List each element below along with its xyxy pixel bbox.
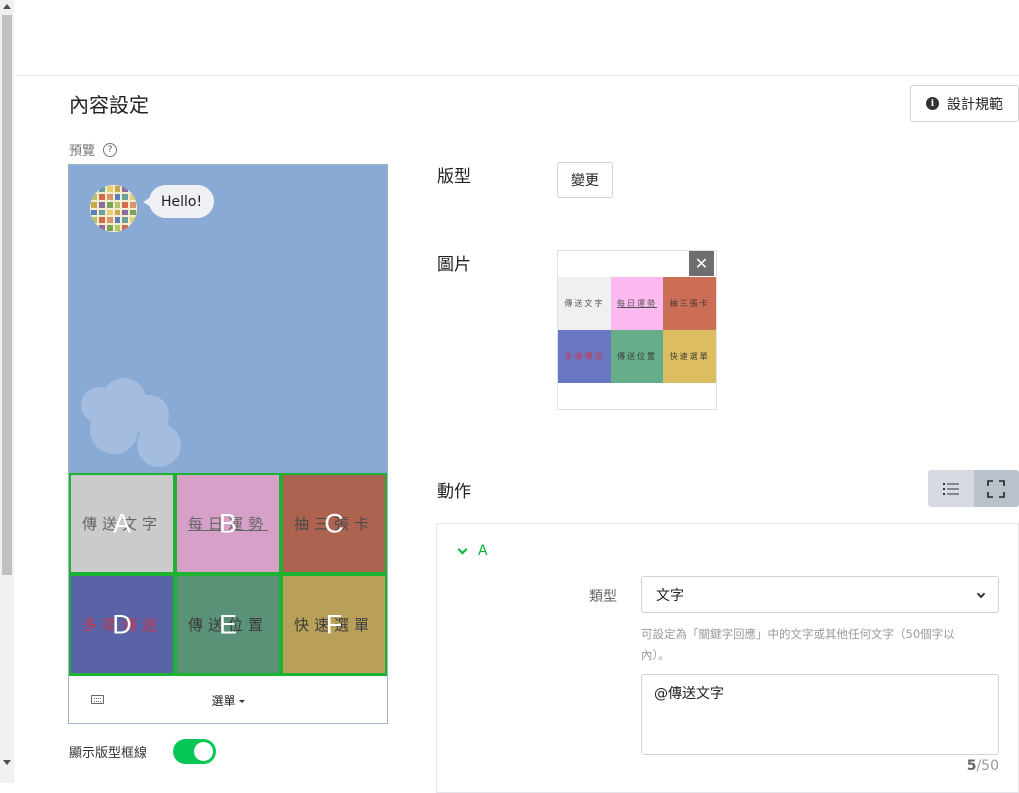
action-text-input[interactable]: @傳送文字 bbox=[641, 674, 999, 755]
thumbnail-cell: 傳送位置 bbox=[611, 330, 664, 383]
rich-menu-area[interactable]: 傳送位置E bbox=[175, 574, 281, 675]
info-icon: i bbox=[926, 97, 939, 110]
preview-heading: 預覽 ? bbox=[69, 140, 117, 159]
menu-toggle[interactable]: 選單 bbox=[69, 692, 387, 709]
toggle-knob bbox=[194, 742, 213, 761]
scrollbar-thumb[interactable] bbox=[2, 15, 12, 575]
avatar-image bbox=[90, 185, 137, 232]
action-section-label: 動作 bbox=[437, 477, 471, 502]
chevron-down-icon bbox=[458, 544, 468, 554]
image-thumbnail: 傳送文字每日運勢抽三張卡多項傳送傳送位置快速選單 ✕ bbox=[557, 250, 717, 410]
view-mode-toggle bbox=[928, 470, 1019, 507]
caret-down-icon bbox=[239, 700, 245, 703]
rich-menu-area[interactable]: 抽三張卡C bbox=[281, 473, 387, 574]
thumbnail-cell: 抽三張卡 bbox=[663, 277, 716, 330]
layout-section-label: 版型 bbox=[437, 162, 471, 187]
char-counter: 5/50 bbox=[947, 758, 999, 774]
rich-menu-area-letter: E bbox=[177, 609, 279, 640]
rich-menu-grid: 傳送文字A每日運勢B抽三張卡C 多項傳送D傳送位置E快速選單F bbox=[69, 473, 387, 676]
thumbnail-cell: 傳送文字 bbox=[558, 277, 611, 330]
header-divider bbox=[14, 75, 1019, 76]
rich-menu-area[interactable]: 快速選單F bbox=[281, 574, 387, 675]
list-view-button[interactable] bbox=[928, 470, 974, 507]
scroll-up-icon[interactable] bbox=[3, 4, 11, 9]
chevron-down-icon bbox=[977, 590, 985, 598]
preview-label: 預覽 bbox=[69, 140, 95, 159]
action-panel: A 類型 文字 可設定為「關鍵字回應」中的文字或其他任何文字（50個字以內）。 … bbox=[436, 523, 1019, 793]
expand-view-button[interactable] bbox=[974, 470, 1019, 507]
rich-menu-area-letter: A bbox=[71, 508, 173, 539]
action-accordion-a[interactable]: A bbox=[459, 543, 488, 559]
rich-menu-area-letter: D bbox=[71, 609, 173, 640]
thumbnail-grid: 傳送文字每日運勢抽三張卡多項傳送傳送位置快速選單 bbox=[558, 277, 716, 383]
show-frame-toggle[interactable] bbox=[173, 739, 216, 764]
design-guide-label: 設計規範 bbox=[947, 94, 1003, 114]
rich-menu-area-letter: C bbox=[283, 508, 385, 539]
cloud-decoration bbox=[69, 365, 189, 475]
list-icon bbox=[943, 482, 959, 496]
rich-menu-area-letter: F bbox=[283, 609, 385, 640]
scroll-down-icon[interactable] bbox=[3, 760, 11, 765]
rich-menu-area-letter: B bbox=[177, 508, 279, 539]
accordion-title: A bbox=[478, 543, 488, 559]
page-scrollbar[interactable] bbox=[0, 0, 14, 783]
change-layout-button[interactable]: 變更 bbox=[557, 162, 613, 198]
fullscreen-icon bbox=[987, 480, 1005, 498]
show-frame-label: 顯示版型框線 bbox=[69, 742, 147, 761]
text-hint: 可設定為「關鍵字回應」中的文字或其他任何文字（50個字以內）。 bbox=[641, 624, 981, 666]
rich-menu-area[interactable]: 多項傳送D bbox=[69, 574, 175, 675]
type-select[interactable]: 文字 bbox=[641, 576, 999, 613]
rich-menu-area[interactable]: 每日運勢B bbox=[175, 473, 281, 574]
char-count-current: 5 bbox=[967, 758, 977, 774]
remove-image-button[interactable]: ✕ bbox=[689, 251, 714, 276]
thumbnail-cell: 多項傳送 bbox=[558, 330, 611, 383]
thumbnail-cell: 快速選單 bbox=[663, 330, 716, 383]
avatar bbox=[90, 185, 137, 232]
page-title: 內容設定 bbox=[69, 89, 149, 118]
image-section-label: 圖片 bbox=[437, 250, 471, 275]
close-icon: ✕ bbox=[695, 254, 708, 273]
rich-menu-bar[interactable]: 選單 bbox=[69, 676, 387, 724]
menu-label: 選單 bbox=[211, 694, 235, 708]
design-guide-button[interactable]: i 設計規範 bbox=[910, 85, 1019, 122]
message-bubble: Hello! bbox=[149, 185, 214, 218]
chat-preview: Hello! 傳送文字A每日運勢B抽三張卡C 多項傳送D傳送位置E快速選單F 選單 bbox=[68, 164, 388, 724]
rich-menu-area[interactable]: 傳送文字A bbox=[69, 473, 175, 574]
type-select-value: 文字 bbox=[656, 585, 684, 605]
type-label: 類型 bbox=[587, 586, 617, 606]
thumbnail-cell: 每日運勢 bbox=[611, 277, 664, 330]
char-count-max: /50 bbox=[976, 758, 999, 774]
help-icon[interactable]: ? bbox=[103, 143, 117, 157]
